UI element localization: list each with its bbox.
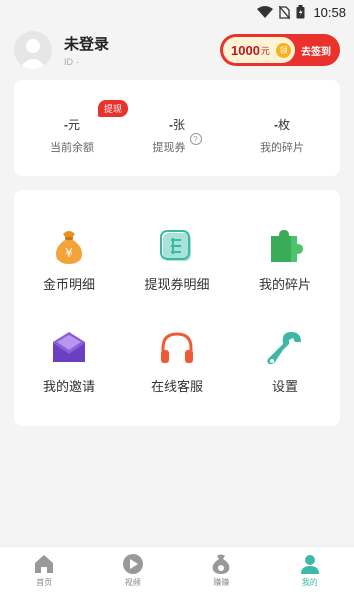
stat-label: 当前余额 (50, 142, 94, 154)
stat-balance[interactable]: -元 当前余额 (22, 116, 122, 155)
stat-value: -张 (168, 118, 185, 132)
envelope-icon (53, 332, 85, 362)
stat-coupons[interactable]: -张 提现券? (127, 116, 227, 155)
user-icon (300, 555, 319, 574)
tab-earn[interactable]: 赚赚 (177, 547, 266, 594)
stat-label: 我的碎片 (260, 142, 304, 154)
play-icon (122, 554, 143, 574)
menu-grid: ¥ 金币明细 提现券明细 我的碎片 我的邀请 在线客服 设置 (14, 190, 340, 426)
headphones-icon (161, 332, 193, 363)
svg-text:¥: ¥ (65, 246, 73, 260)
signin-unit: 元 (260, 45, 270, 56)
coin-icon: 领 (275, 42, 291, 58)
menu-item-fragments[interactable]: 我的碎片 (230, 226, 340, 293)
signin-button[interactable]: 1000 元 领 去签到 (220, 34, 340, 66)
profile-header: 未登录 ID - 1000 元 领 去签到 (14, 30, 340, 70)
tab-label: 赚赚 (213, 578, 230, 587)
menu-item-label: 在线客服 (150, 379, 203, 394)
menu-item-coin-details[interactable]: ¥ 金币明细 (14, 226, 124, 293)
tab-label: 我的 (301, 578, 318, 587)
ticket-icon (160, 230, 191, 261)
battery-icon (296, 5, 305, 19)
clock: 10:58 (313, 4, 346, 20)
menu-item-coupon-details[interactable]: 提现券明细 (122, 226, 232, 293)
stat-value: -元 (63, 118, 80, 132)
tab-label: 首页 (36, 578, 53, 587)
stat-value: -枚 (273, 118, 290, 132)
puzzle-icon (271, 230, 303, 262)
tab-home[interactable]: 首页 (0, 547, 89, 594)
menu-item-support[interactable]: 在线客服 (122, 328, 232, 395)
status-bar: 10:58 (0, 0, 354, 24)
tab-label: 视频 (124, 578, 141, 587)
money-bag-icon: ¥ (56, 231, 82, 264)
signin-amount: 1000 (231, 42, 260, 58)
withdraw-badge[interactable]: 提现 (98, 100, 129, 117)
stats-card: 提现 -元 当前余额 -张 提现券? -枚 我的碎片 (14, 80, 340, 176)
menu-item-settings[interactable]: 设置 (230, 328, 340, 395)
tab-video[interactable]: 视频 (89, 547, 178, 594)
menu-item-label: 我的邀请 (42, 379, 95, 394)
user-id-value: - (76, 57, 79, 67)
avatar[interactable] (14, 31, 52, 69)
tab-mine[interactable]: 我的 (266, 547, 354, 594)
user-id: ID - (64, 57, 109, 67)
wrench-icon (267, 332, 301, 365)
menu-item-label: 金币明细 (42, 277, 95, 292)
bottom-tab-bar: 首页 视频 赚赚 我的 (0, 546, 354, 594)
menu-item-label: 提现券明细 (144, 277, 210, 292)
menu-item-label: 我的碎片 (258, 277, 311, 292)
signin-label: 去签到 (301, 46, 331, 58)
menu-item-label: 设置 (271, 379, 298, 394)
home-icon (35, 555, 54, 573)
wifi-icon (257, 6, 274, 18)
money-bag-icon (212, 554, 230, 574)
user-id-label: ID (64, 57, 73, 67)
stat-fragments[interactable]: -枚 我的碎片 (232, 116, 332, 155)
menu-item-invites[interactable]: 我的邀请 (14, 328, 124, 395)
user-name: 未登录 (64, 36, 110, 53)
signin-reward: 1000 元 领 (223, 37, 295, 63)
stat-label: 提现券? (127, 133, 227, 155)
user-info[interactable]: 未登录 ID - (64, 33, 109, 67)
no-sim-icon (279, 5, 291, 19)
help-icon[interactable]: ? (189, 133, 202, 145)
